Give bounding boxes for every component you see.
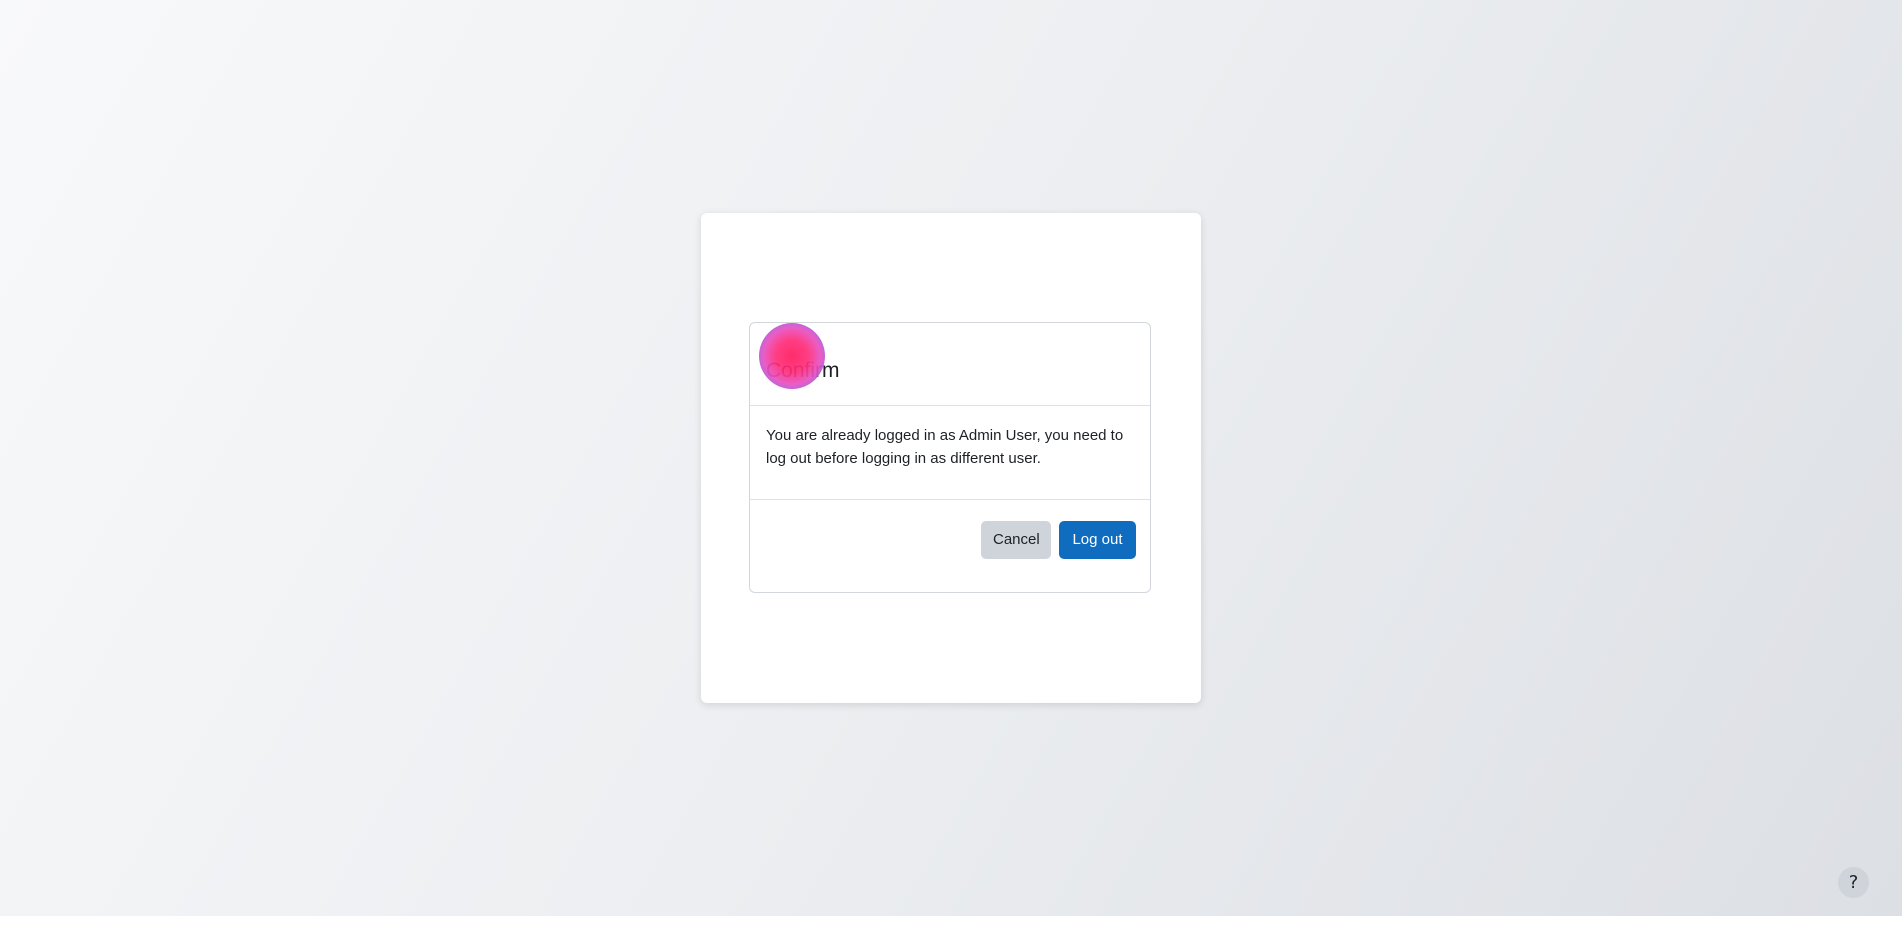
dialog-message: You are already logged in as Admin User,… [766, 427, 1124, 467]
question-mark-icon: ? [1848, 872, 1859, 893]
login-card: Confirm You are already logged in as Adm… [701, 213, 1201, 703]
logout-button[interactable]: Log out [1059, 521, 1136, 559]
page-bottom-strip [0, 916, 1902, 932]
dialog-header: Confirm [750, 323, 1150, 406]
help-button[interactable]: ? [1838, 867, 1869, 898]
click-indicator [759, 323, 825, 389]
confirm-dialog: Confirm You are already logged in as Adm… [749, 322, 1151, 593]
cancel-button[interactable]: Cancel [981, 521, 1051, 559]
dialog-body: You are already logged in as Admin User,… [750, 406, 1150, 500]
dialog-footer: Cancel Log out [750, 500, 1150, 592]
